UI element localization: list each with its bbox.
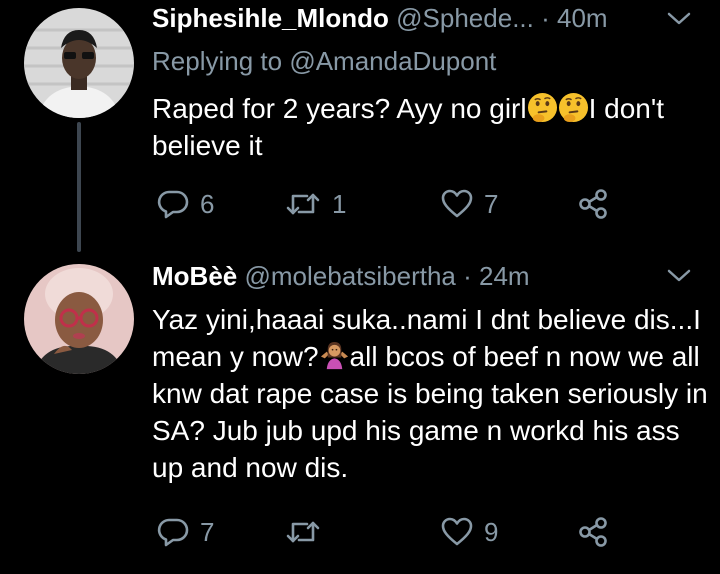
- chevron-down-icon[interactable]: [666, 10, 692, 28]
- reply-icon: [157, 518, 189, 547]
- thread-line: [77, 122, 81, 252]
- like-count: 7: [484, 189, 499, 219]
- replying-to: Replying to @AmandaDupont: [152, 46, 496, 76]
- thinking-face-icon: [558, 92, 588, 123]
- thinking-face-icon: [527, 92, 557, 123]
- woman-shrugging-icon: [320, 341, 348, 370]
- timestamp[interactable]: · 40m: [541, 3, 607, 33]
- reply-count: 6: [200, 189, 215, 219]
- avatar[interactable]: [24, 8, 134, 118]
- like-count: 9: [484, 517, 499, 547]
- like-button[interactable]: 7: [440, 184, 498, 224]
- retweet-button[interactable]: [284, 512, 332, 552]
- tweet-header: Siphesihle_Mlondo @Sphede... · 40m: [152, 3, 608, 33]
- tweet-text: Yaz yini,haaai suka..nami I dnt believe …: [152, 301, 712, 486]
- timestamp[interactable]: · 24m: [463, 261, 529, 291]
- replying-to-handle[interactable]: @AmandaDupont: [289, 46, 496, 76]
- author-name[interactable]: MoBèè: [152, 261, 237, 291]
- author-name[interactable]: Siphesihle_Mlondo: [152, 3, 389, 33]
- retweet-count: 1: [332, 189, 347, 219]
- reply-icon: [157, 190, 189, 219]
- tweet[interactable]: Siphesihle_Mlondo @Sphede... · 40m Reply…: [0, 0, 720, 252]
- author-handle[interactable]: @molebatsibertha: [244, 261, 455, 291]
- share-icon: [579, 189, 607, 219]
- share-button[interactable]: [576, 512, 610, 552]
- author-handle[interactable]: @Sphede...: [396, 3, 534, 33]
- share-icon: [579, 517, 607, 547]
- retweet-icon: [286, 193, 320, 215]
- tweet-header: MoBèè @molebatsibertha · 24m: [152, 261, 530, 291]
- replying-to-label: Replying to: [152, 46, 283, 76]
- avatar[interactable]: [24, 264, 134, 374]
- tweet[interactable]: MoBèè @molebatsibertha · 24m Yaz yini,ha…: [0, 250, 720, 574]
- tweet-text: Raped for 2 years? Ayy no girl I don't be…: [152, 90, 712, 164]
- chevron-down-icon[interactable]: [666, 267, 692, 285]
- heart-icon: [441, 517, 473, 546]
- retweet-button[interactable]: 1: [284, 184, 346, 224]
- reply-button[interactable]: 7: [156, 512, 214, 552]
- tweet-text-part: Raped for 2 years? Ayy no girl: [152, 93, 527, 124]
- reply-button[interactable]: 6: [156, 184, 214, 224]
- reply-count: 7: [200, 517, 215, 547]
- action-bar: 7 9: [152, 512, 652, 552]
- action-bar: 6 1 7: [152, 184, 652, 224]
- share-button[interactable]: [576, 184, 610, 224]
- retweet-icon: [286, 521, 320, 543]
- heart-icon: [441, 189, 473, 218]
- like-button[interactable]: 9: [440, 512, 498, 552]
